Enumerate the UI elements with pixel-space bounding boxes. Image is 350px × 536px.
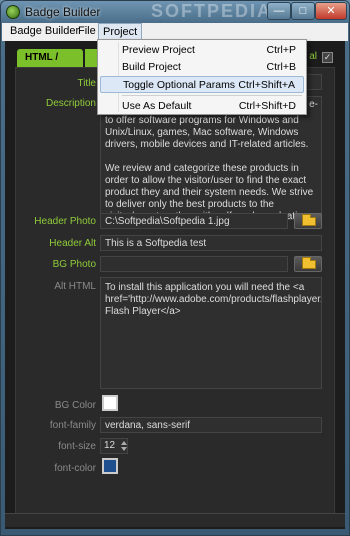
menu-item-shortcut: Ctrl+B <box>266 61 296 73</box>
menu-item-label: Build Project <box>122 61 181 73</box>
bg-photo-field[interactable] <box>100 256 288 272</box>
spin-up-icon[interactable] <box>121 441 127 445</box>
app-window: Badge Builder SOFTPEDIA — □ ✕ Badge Buil… <box>0 0 350 536</box>
font-color-label: font-color <box>54 463 96 474</box>
menu-item-toggle-optional-params[interactable]: Toggle Optional Params Ctrl+Shift+A <box>100 76 304 93</box>
close-button[interactable]: ✕ <box>315 2 347 20</box>
bg-color-swatch[interactable] <box>102 395 118 411</box>
bg-color-label: BG Color <box>54 400 96 411</box>
menu-item-label: Toggle Optional Params <box>123 79 236 91</box>
description-partial: to offer software programs for Windows a… <box>105 115 309 150</box>
minimize-button[interactable]: — <box>267 2 291 20</box>
menu-file[interactable]: File <box>74 23 100 41</box>
optional-params-checkbox[interactable]: ✓ <box>322 52 333 63</box>
description-scroll-hint: e- <box>309 99 318 110</box>
project-menu-dropdown: Preview Project Ctrl+P Build Project Ctr… <box>97 39 307 115</box>
menu-item-shortcut: Ctrl+P <box>266 44 296 56</box>
description-label: Description <box>45 98 96 109</box>
optional-params-label: al <box>309 51 317 62</box>
spin-down-icon[interactable] <box>121 447 127 451</box>
font-family-label: font-family <box>49 420 96 431</box>
menu-item-label: Preview Project <box>122 44 195 56</box>
menu-separator <box>122 95 302 96</box>
maximize-button[interactable]: □ <box>291 2 315 20</box>
title-bar[interactable]: Badge Builder SOFTPEDIA — □ ✕ <box>1 1 349 23</box>
bg-photo-label: BG Photo <box>52 259 96 270</box>
font-size-spin-arrows[interactable] <box>120 438 128 454</box>
header-alt-label: Header Alt <box>49 238 96 249</box>
menu-item-shortcut: Ctrl+Shift+D <box>238 100 296 112</box>
menu-item-shortcut: Ctrl+Shift+A <box>238 79 295 91</box>
header-photo-label: Header Photo <box>34 216 96 227</box>
menu-item-preview-project[interactable]: Preview Project Ctrl+P <box>100 42 304 59</box>
alt-html-label: Alt HTML <box>54 281 96 292</box>
form-panel: Title Description e-to offer software pr… <box>15 67 335 515</box>
folder-icon <box>302 214 316 226</box>
bg-photo-browse-button[interactable] <box>294 256 322 272</box>
header-alt-field[interactable]: This is a Softpedia test <box>100 235 322 251</box>
alt-html-textarea[interactable]: To install this application you will nee… <box>100 277 322 389</box>
font-family-field[interactable]: verdana, sans-serif <box>100 417 322 433</box>
font-color-swatch[interactable] <box>102 458 118 474</box>
header-photo-browse-button[interactable] <box>294 213 322 229</box>
folder-icon <box>302 257 316 269</box>
menu-badge-builder[interactable]: Badge Builder <box>6 23 83 41</box>
menu-item-use-as-default[interactable]: Use As Default Ctrl+Shift+D <box>100 98 304 115</box>
menu-item-label: Use As Default <box>122 100 192 112</box>
app-logo-icon <box>6 5 20 19</box>
description-text: We review and categorize these products … <box>105 163 314 219</box>
title-label: Title <box>77 78 96 89</box>
status-bar <box>5 513 345 527</box>
header-photo-field[interactable]: C:\Softpedia\Softpedia 1.jpg <box>100 213 288 229</box>
tab-html-css[interactable]: HTML / CSS <box>17 49 83 81</box>
font-size-label: font-size <box>58 441 96 452</box>
watermark: SOFTPEDIA <box>151 1 273 21</box>
window-title: Badge Builder <box>25 5 101 19</box>
menu-item-build-project[interactable]: Build Project Ctrl+B <box>100 59 304 76</box>
